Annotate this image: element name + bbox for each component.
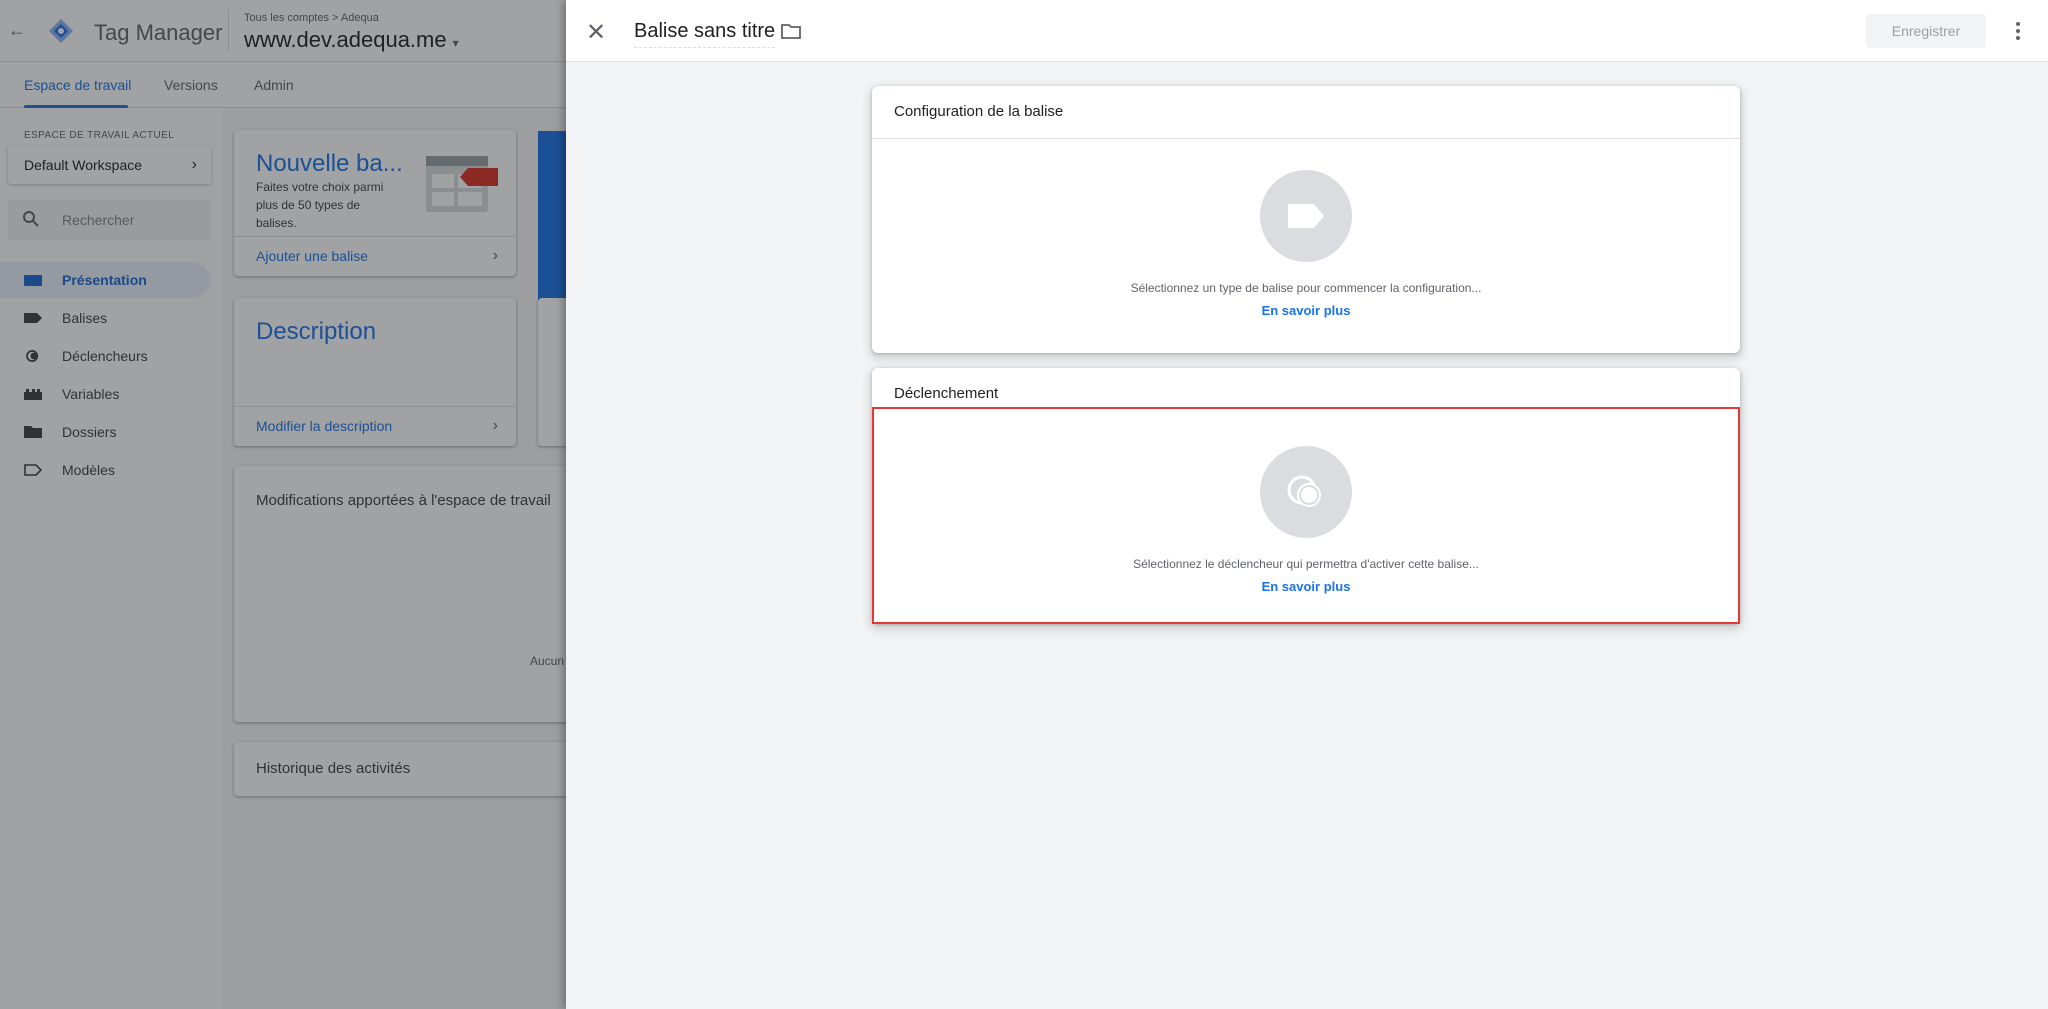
more-vert-icon[interactable] bbox=[2006, 16, 2030, 46]
tag-type-empty-text: Sélectionnez un type de balise pour comm… bbox=[1130, 281, 1482, 295]
background-app: ← Tag Manager Tous les comptes > Adequa … bbox=[0, 0, 566, 1009]
section-divider bbox=[872, 138, 1740, 139]
folder-outline-icon[interactable] bbox=[780, 22, 802, 40]
save-button[interactable]: Enregistrer bbox=[1866, 14, 1986, 48]
tag-configuration-section: Configuration de la balise Sélectionnez … bbox=[872, 86, 1740, 353]
tag-configuration-title: Configuration de la balise bbox=[894, 103, 1064, 120]
triggering-title: Déclenchement bbox=[894, 385, 999, 402]
close-icon[interactable]: ✕ bbox=[586, 18, 606, 47]
tag-editor-panel: ✕ Balise sans titre Enregistrer Configur… bbox=[566, 0, 2048, 1009]
learn-more-link[interactable]: En savoir plus bbox=[872, 303, 1740, 318]
tag-editor-header: ✕ Balise sans titre Enregistrer bbox=[566, 0, 2048, 62]
tag-name-field[interactable]: Balise sans titre bbox=[634, 20, 776, 48]
modal-scrim[interactable] bbox=[0, 0, 566, 1009]
tag-icon bbox=[1288, 204, 1324, 228]
trigger-highlight-box bbox=[872, 407, 1740, 624]
app-frame: ← Tag Manager Tous les comptes > Adequa … bbox=[0, 0, 2048, 1009]
choose-tag-type-button[interactable] bbox=[1260, 170, 1352, 262]
